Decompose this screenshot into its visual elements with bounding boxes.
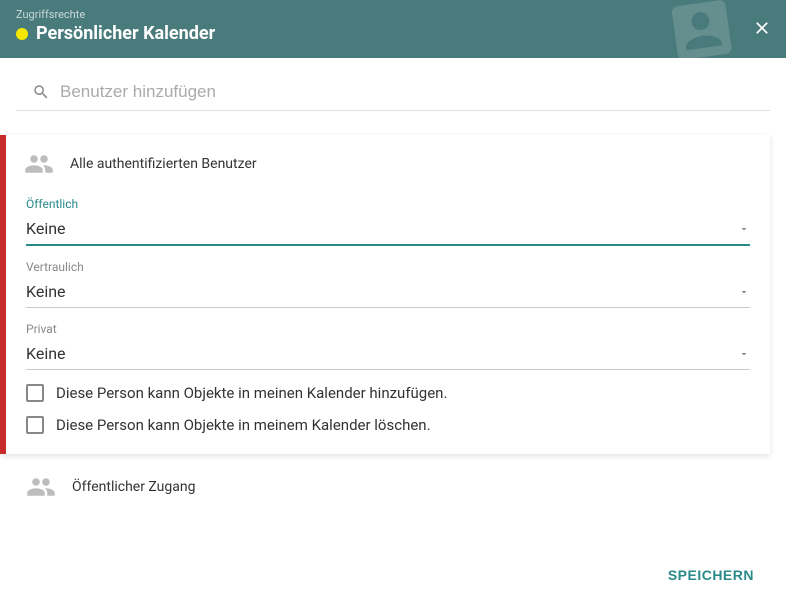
user-label: Alle authentifizierten Benutzer: [70, 156, 257, 172]
people-icon: [26, 472, 56, 502]
private-label: Privat: [26, 322, 750, 336]
confidential-select[interactable]: Keine: [26, 278, 750, 308]
add-user-input[interactable]: [60, 82, 754, 102]
dialog-footer: SPEICHERN: [656, 559, 766, 591]
permissions-card: Alle authentifizierten Benutzer Öffentli…: [0, 135, 770, 454]
can-add-label: Diese Person kann Objekte in meinen Kale…: [56, 384, 447, 402]
public-value: Keine: [26, 219, 66, 238]
user-row: Alle authentifizierten Benutzer: [24, 149, 750, 179]
confidential-label: Vertraulich: [26, 260, 750, 274]
public-access-row[interactable]: Öffentlicher Zugang: [0, 454, 786, 502]
save-button[interactable]: SPEICHERN: [656, 559, 766, 591]
search-icon: [32, 83, 50, 101]
confidential-value: Keine: [26, 282, 66, 301]
can-add-row: Diese Person kann Objekte in meinen Kale…: [26, 384, 750, 402]
private-select[interactable]: Keine: [26, 340, 750, 370]
public-field: Öffentlich Keine: [26, 197, 750, 246]
search-row: [16, 58, 770, 111]
public-label: Öffentlich: [26, 197, 750, 211]
contact-bg-icon: [661, 0, 743, 75]
chevron-down-icon: [738, 348, 750, 360]
close-icon: [752, 18, 772, 38]
confidential-field: Vertraulich Keine: [26, 260, 750, 308]
can-delete-label: Diese Person kann Objekte in meinem Kale…: [56, 416, 431, 434]
header-subtitle: Zugriffsrechte: [16, 8, 770, 21]
header-title-row: Persönlicher Kalender: [16, 23, 770, 44]
public-access-label: Öffentlicher Zugang: [72, 479, 195, 495]
calendar-color-dot: [16, 28, 28, 40]
chevron-down-icon: [738, 286, 750, 298]
can-add-checkbox[interactable]: [26, 384, 44, 402]
people-icon: [24, 149, 54, 179]
dialog-header: Zugriffsrechte Persönlicher Kalender: [0, 0, 786, 58]
can-delete-checkbox[interactable]: [26, 416, 44, 434]
close-button[interactable]: [752, 18, 772, 42]
chevron-down-icon: [738, 223, 750, 235]
can-delete-row: Diese Person kann Objekte in meinem Kale…: [26, 416, 750, 434]
header-title: Persönlicher Kalender: [36, 23, 215, 44]
public-select[interactable]: Keine: [26, 215, 750, 246]
private-value: Keine: [26, 344, 66, 363]
private-field: Privat Keine: [26, 322, 750, 370]
